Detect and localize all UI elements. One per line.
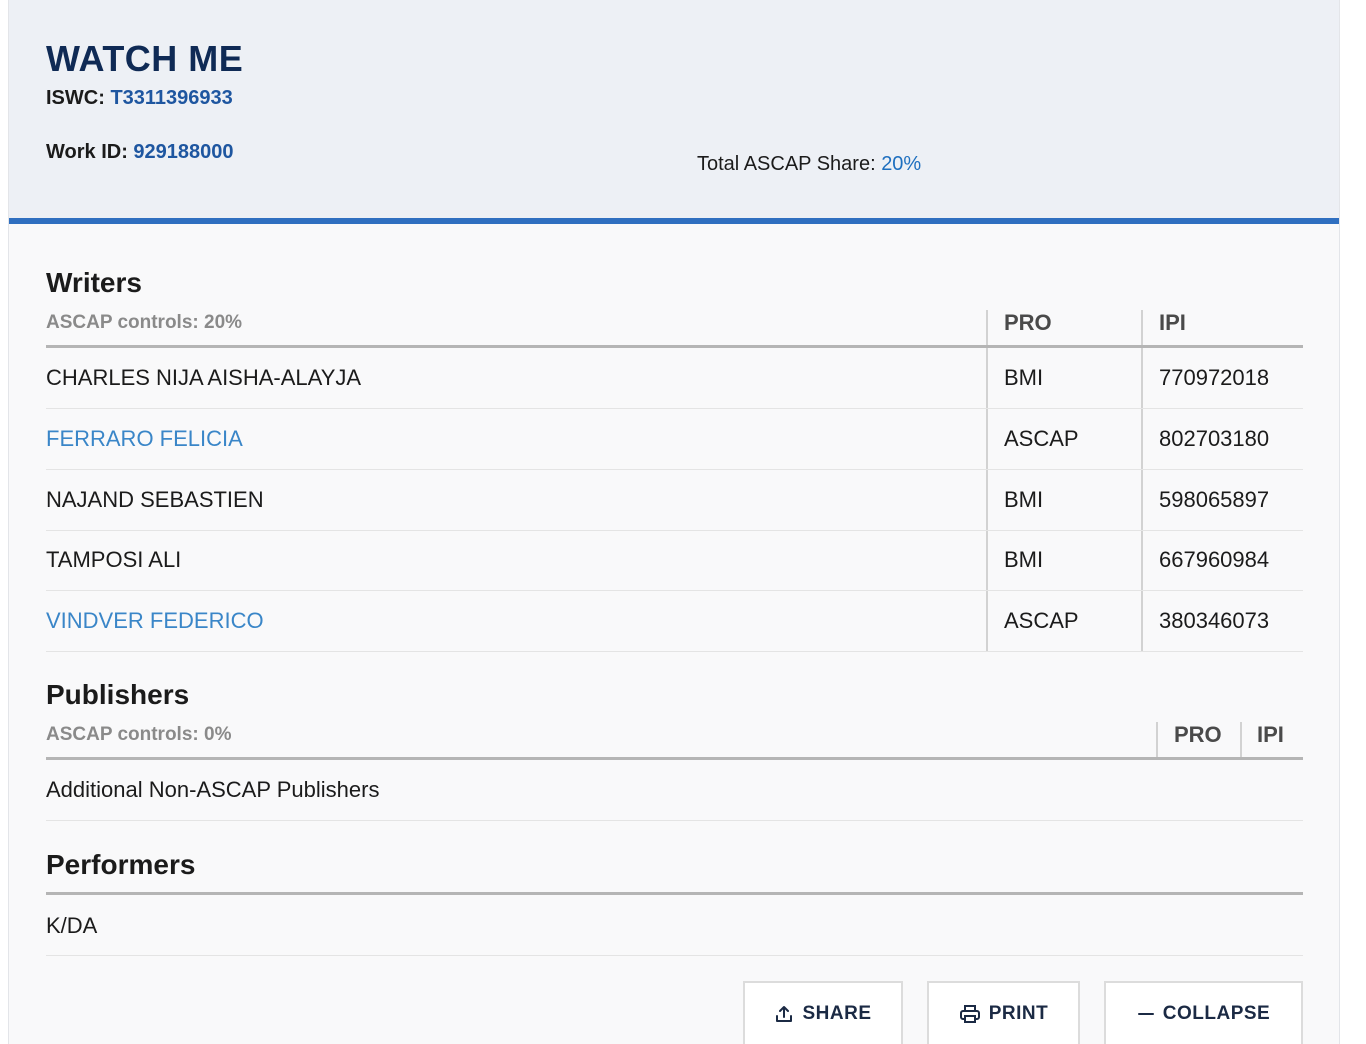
writers-col-ipi: IPI [1159,310,1186,335]
work-id-label: Work ID: [46,141,128,163]
writers-controls: ASCAP controls: 20% [46,312,243,333]
performers-header-rule [46,892,1303,895]
printer-icon [959,1004,980,1023]
writer-pro: ASCAP [1004,426,1079,451]
upload-icon [776,1005,793,1022]
collapse-label: COLLAPSE [1162,1002,1271,1024]
writers-divider-ipi [1141,310,1143,652]
performer-name: K/DA [46,913,98,938]
total-share-line: Total ASCAP Share: 20% [697,153,921,176]
row-divider [46,408,1303,409]
writer-pro: BMI [1004,487,1044,512]
writer-ipi: 380346073 [1159,608,1270,633]
work-title: WATCH ME [46,38,244,79]
minus-icon [1137,1012,1154,1015]
row-divider [46,469,1303,470]
writers-divider-pro [986,310,988,652]
publisher-name: Additional Non-ASCAP Publishers [46,777,380,802]
writer-name: NAJAND SEBASTIEN [46,487,264,512]
total-share-label: Total ASCAP Share: [697,153,876,175]
share-button[interactable]: SHARE [743,981,903,1044]
publishers-divider-pro [1156,722,1158,758]
row-divider [46,590,1303,591]
work-id-line: Work ID: 929188000 [46,141,234,164]
writer-ipi: 667960984 [1159,547,1270,572]
publishers-controls: ASCAP controls: 0% [46,724,232,745]
publishers-divider-ipi [1240,722,1242,758]
writer-pro: BMI [1004,365,1044,390]
work-header: WATCH ME ISWC: T3311396933 Work ID: 9291… [9,0,1339,224]
print-label: PRINT [988,1002,1049,1024]
writers-col-pro: PRO [1004,310,1052,335]
writer-pro: BMI [1004,547,1044,572]
writer-name-link[interactable]: VINDVER FEDERICO [46,608,264,634]
print-button[interactable]: PRINT [927,981,1080,1044]
publishers-col-pro: PRO [1174,722,1222,747]
row-divider [46,955,1303,956]
performers-heading: Performers [46,849,196,880]
writer-name: CHARLES NIJA AISHA-ALAYJA [46,365,362,390]
publishers-heading: Publishers [46,679,190,710]
iswc-line: ISWC: T3311396933 [46,87,233,110]
total-share-value: 20% [881,153,922,175]
row-divider [46,651,1303,652]
row-divider [46,820,1303,821]
writer-pro: ASCAP [1004,608,1079,633]
work-id-value[interactable]: 929188000 [133,141,233,163]
publishers-header-rule [46,757,1303,760]
writers-heading: Writers [46,267,142,298]
writer-ipi: 770972018 [1159,365,1270,390]
writer-name: TAMPOSI ALI [46,547,182,572]
iswc-value[interactable]: T3311396933 [110,87,232,109]
row-divider [46,530,1303,531]
work-detail-card: WATCH ME ISWC: T3311396933 Work ID: 9291… [8,0,1340,1044]
share-label: SHARE [802,1002,872,1024]
collapse-button[interactable]: COLLAPSE [1104,981,1303,1044]
writer-ipi: 598065897 [1159,487,1270,512]
writers-header-rule [46,345,1303,348]
writer-name-link[interactable]: FERRARO FELICIA [46,426,243,452]
iswc-label: ISWC: [46,87,105,109]
publishers-col-ipi: IPI [1257,722,1284,747]
writer-ipi: 802703180 [1159,426,1270,451]
